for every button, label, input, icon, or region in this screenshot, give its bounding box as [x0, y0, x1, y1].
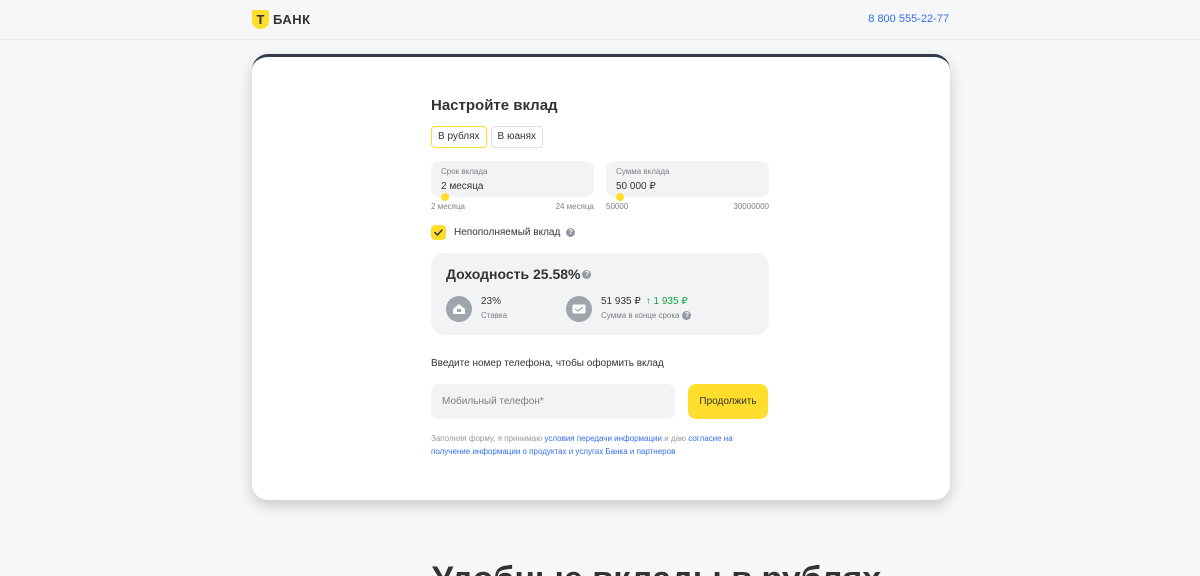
- amount-label: Сумма вклада: [616, 167, 670, 176]
- rate-caption: Ставка: [481, 311, 508, 320]
- amount-max: 30000000: [733, 202, 769, 211]
- total-caption-row: Сумма в конце срока ?: [601, 311, 692, 320]
- amount-value: 50 000 ₽: [616, 181, 656, 192]
- gain-amount: ↑ 1 935 ₽: [646, 296, 688, 308]
- term-max: 24 месяца: [555, 202, 594, 211]
- amount-min: 50000: [606, 202, 629, 211]
- question-icon[interactable]: ?: [582, 269, 592, 279]
- total-caption: Сумма в конце срока: [601, 311, 680, 320]
- section-heading: Удобные вклады в рублях: [432, 560, 881, 576]
- gain-value: 1 935 ₽: [653, 296, 688, 307]
- wallet-icon: [566, 296, 592, 322]
- term-label: Срок вклада: [441, 167, 488, 176]
- deposit-calculator-card: Настройте вклад В рублях В юанях Срок вк…: [252, 54, 950, 500]
- term-field[interactable]: Срок вклада 2 месяца: [431, 161, 594, 201]
- question-icon[interactable]: ?: [566, 228, 576, 237]
- logo-shield-icon: Т: [252, 10, 269, 29]
- term-value: 2 месяца: [441, 181, 484, 192]
- non-refillable-label: Непополняемый вклад: [454, 227, 561, 238]
- tab-rubles[interactable]: В рублях: [431, 126, 487, 148]
- tab-yuan[interactable]: В юанях: [490, 126, 543, 148]
- amount-field[interactable]: Сумма вклада 50 000 ₽: [606, 161, 769, 201]
- amount-range: 50000 30000000: [606, 202, 769, 211]
- checkmark-icon: [434, 229, 443, 236]
- question-icon[interactable]: ?: [682, 311, 692, 320]
- form-title: Настройте вклад: [431, 97, 558, 114]
- continue-button[interactable]: Продолжить: [688, 384, 768, 419]
- rate-value: 23%: [481, 296, 502, 307]
- term-slider-handle[interactable]: [441, 193, 449, 201]
- legal-prefix: Заполняя форму, я принимаю: [431, 434, 543, 443]
- site-header: Т БАНК 8 800 555-22-77: [0, 0, 1200, 40]
- phone-prompt: Введите номер телефона, чтобы оформить в…: [431, 358, 664, 369]
- percent-icon: [446, 296, 472, 322]
- logo-text: БАНК: [273, 12, 311, 27]
- total-value-row: 51 935 ₽ ↑ 1 935 ₽: [601, 296, 691, 308]
- arrow-up-icon: ↑: [645, 296, 651, 307]
- total-stat: 51 935 ₽ ↑ 1 935 ₽ Сумма в конце срока ?: [566, 296, 692, 322]
- non-refillable-checkbox[interactable]: [431, 225, 446, 240]
- yield-title-text: Доходность 25.58%: [446, 266, 581, 282]
- term-range: 2 месяца 24 месяца: [431, 202, 594, 211]
- rate-stat: 23% Ставка: [446, 296, 507, 322]
- yield-title: Доходность 25.58% ?: [446, 266, 592, 282]
- phone-input[interactable]: [431, 384, 675, 419]
- term-min: 2 месяца: [431, 202, 465, 211]
- header-phone-link[interactable]: 8 800 555-22-77: [868, 13, 949, 25]
- yield-summary: Доходность 25.58% ? 23% Ставка 51 935 ₽ …: [431, 253, 769, 335]
- bank-logo[interactable]: Т БАНК: [252, 10, 311, 29]
- legal-middle: и даю: [664, 434, 687, 443]
- non-refillable-row: Непополняемый вклад ?: [431, 225, 576, 240]
- data-transfer-terms-link[interactable]: условия передачи информации: [544, 434, 662, 443]
- currency-tabs: В рублях В юанях: [431, 126, 543, 148]
- legal-notice: Заполняя форму, я принимаю условия перед…: [431, 432, 769, 458]
- total-value: 51 935 ₽: [601, 296, 641, 307]
- amount-slider-handle[interactable]: [616, 193, 624, 201]
